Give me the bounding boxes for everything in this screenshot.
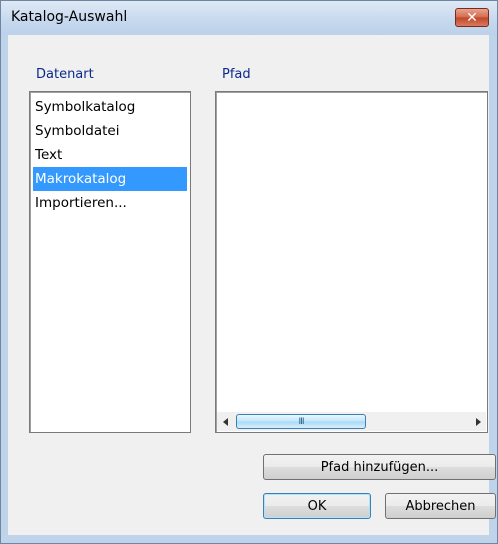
ok-button[interactable]: OK <box>263 493 371 519</box>
window-title: Katalog-Auswahl <box>11 9 128 25</box>
scroll-left-button[interactable] <box>217 412 234 431</box>
close-button[interactable]: ✕ <box>455 8 489 27</box>
scroll-thumb[interactable]: III <box>236 414 366 429</box>
list-item-symboldatei[interactable]: Symboldatei <box>33 119 187 143</box>
list-item-symbolkatalog[interactable]: Symbolkatalog <box>33 95 187 119</box>
arrow-right-icon <box>475 417 481 426</box>
horizontal-scrollbar[interactable]: III <box>217 412 486 431</box>
dialog-client-area: Datenart Pfad Symbolkatalog Symboldatei … <box>8 35 496 535</box>
add-path-button[interactable]: Pfad hinzufügen... <box>263 454 496 480</box>
pfad-label: Pfad <box>222 67 251 82</box>
cancel-button[interactable]: Abbrechen <box>385 493 496 519</box>
title-bar[interactable]: Katalog-Auswahl ✕ <box>1 1 497 35</box>
arrow-left-icon <box>222 417 228 426</box>
list-item-makrokatalog[interactable]: Makrokatalog <box>33 167 187 191</box>
list-item-text[interactable]: Text <box>33 143 187 167</box>
datenart-label: Datenart <box>36 67 94 82</box>
list-item-importieren[interactable]: Importieren... <box>33 191 187 215</box>
dialog-window: Katalog-Auswahl ✕ Datenart Pfad Symbolka… <box>0 0 498 544</box>
grip-icon: III <box>298 416 305 427</box>
datenart-listbox[interactable]: Symbolkatalog Symboldatei Text Makrokata… <box>29 91 191 433</box>
close-icon: ✕ <box>466 9 478 26</box>
scroll-right-button[interactable] <box>469 412 486 431</box>
pfad-listbox[interactable]: III <box>215 91 488 433</box>
